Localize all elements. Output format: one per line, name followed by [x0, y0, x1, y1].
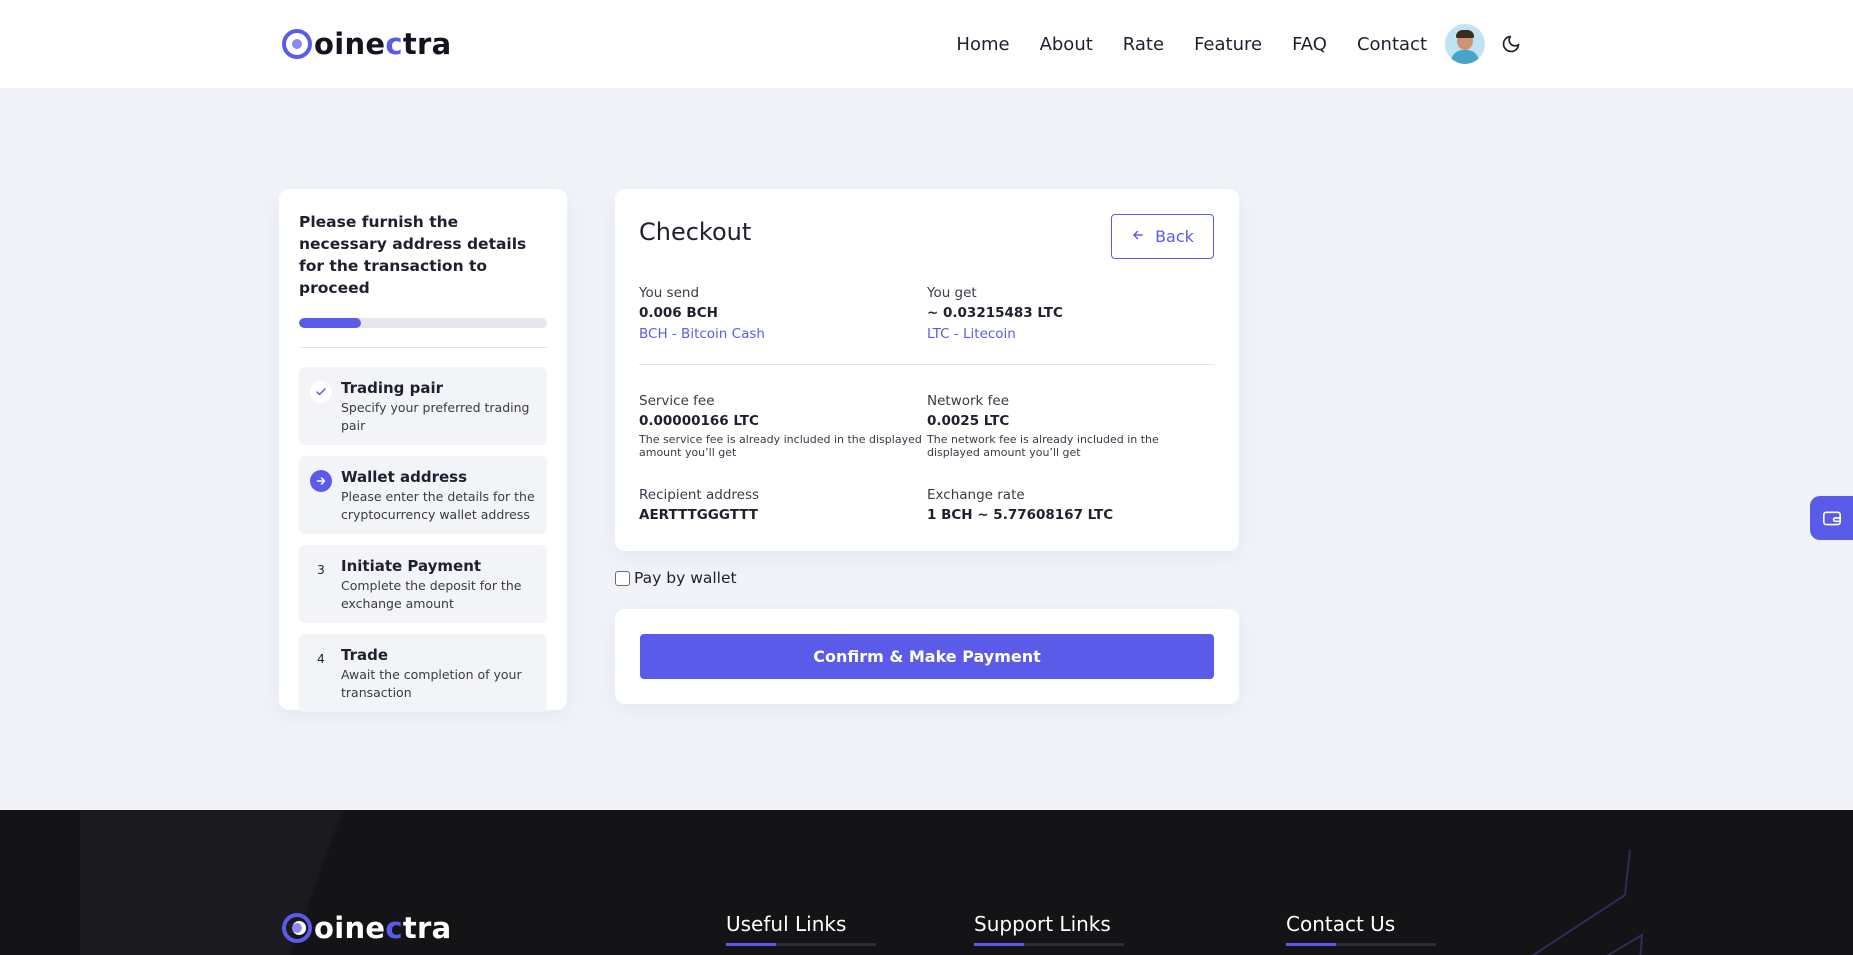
step-number: 3 [317, 563, 325, 577]
step-desc: Specify your preferred trading pair [341, 400, 530, 433]
steps-panel: Please furnish the necessary address det… [279, 189, 567, 712]
checkout-card: Checkout Back You send 0.006 BCH BCH - B… [615, 189, 1239, 551]
avatar-hair [1456, 30, 1474, 38]
nav-faq[interactable]: FAQ [1292, 34, 1327, 55]
step-number: 4 [317, 652, 325, 666]
steps-divider [299, 347, 547, 348]
confirm-card: Confirm & Make Payment [615, 609, 1239, 704]
footer-useful-links: Useful Links [726, 912, 876, 946]
progress-fill [299, 318, 361, 328]
recipient-value: AERTTTGGGTTT [639, 507, 758, 523]
footer-col-title: Support Links [974, 912, 1111, 936]
nav-home[interactable]: Home [956, 34, 1009, 55]
service-fee-note: The service fee is already included in t… [639, 433, 922, 459]
step-trade[interactable]: 4 Trade Await the completion of your tra… [299, 634, 547, 712]
footer-contact-us: Contact Us [1286, 912, 1436, 946]
checkout-divider [639, 364, 1215, 365]
user-avatar[interactable] [1445, 24, 1485, 64]
footer-col-title: Contact Us [1286, 912, 1396, 936]
step-name: Initiate Payment [341, 557, 482, 575]
back-label: Back [1155, 227, 1194, 246]
site-header: oine c tra Home About Rate Feature FAQ Con… [0, 0, 1853, 88]
confirm-payment-button[interactable]: Confirm & Make Payment [640, 634, 1214, 679]
site-footer: oine c tra [0, 810, 1853, 955]
exchange-rate: Exchange rate 1 BCH ~ 5.77608167 LTC [927, 485, 1215, 525]
you-get-value: ~ 0.03215483 LTC [927, 305, 1063, 321]
step-name: Trade [341, 646, 389, 664]
network-fee-value: 0.0025 LTC [927, 413, 1010, 429]
brand-logo[interactable]: oine c tra [282, 26, 452, 62]
nav-rate[interactable]: Rate [1123, 34, 1164, 55]
footer-col-underline [974, 943, 1124, 946]
step-initiate-payment[interactable]: 3 Initiate Payment Complete the deposit … [299, 545, 547, 623]
footer-col-underline [1286, 943, 1436, 946]
you-send-value: 0.006 BCH [639, 305, 718, 321]
you-get-currency[interactable]: LTC - Litecoin [927, 323, 1215, 345]
coin-logo-icon [282, 913, 312, 943]
brand-name-accent: c [385, 27, 403, 61]
brand-name-suffix: tra [402, 27, 452, 61]
footer-col-title: Useful Links [726, 912, 847, 936]
network-fee: Network fee 0.0025 LTC The network fee i… [927, 391, 1215, 459]
wallet-icon[interactable] [1810, 496, 1853, 540]
footer-decoration-lines [1531, 850, 1644, 955]
exchange-rate-value: 1 BCH ~ 5.77608167 LTC [927, 507, 1114, 523]
step-desc: Please enter the details for the cryptoc… [341, 489, 535, 522]
step-wallet-address[interactable]: Wallet address Please enter the details … [299, 456, 547, 534]
you-send: You send 0.006 BCH BCH - Bitcoin Cash [639, 283, 927, 345]
nav-feature[interactable]: Feature [1194, 34, 1262, 55]
recipient-label: Recipient address [639, 487, 760, 503]
you-send-label: You send [639, 285, 700, 301]
amounts-row: You send 0.006 BCH BCH - Bitcoin Cash Yo… [639, 283, 1215, 345]
footer-support-links: Support Links [974, 912, 1124, 946]
step-desc: Complete the deposit for the exchange am… [341, 578, 522, 611]
details-row: Recipient address AERTTTGGGTTT Exchange … [639, 485, 1215, 525]
step-trading-pair[interactable]: Trading pair Specify your preferred trad… [299, 367, 547, 445]
service-fee: Service fee 0.00000166 LTC The service f… [639, 391, 927, 459]
pay-by-wallet[interactable]: Pay by wallet [615, 569, 737, 587]
service-fee-value: 0.00000166 LTC [639, 413, 759, 429]
moon-icon[interactable] [1499, 32, 1523, 56]
avatar-body [1451, 50, 1479, 64]
nav-contact[interactable]: Contact [1357, 34, 1427, 55]
pay-by-wallet-checkbox[interactable] [615, 570, 630, 586]
check-icon [310, 381, 332, 403]
network-fee-note: The network fee is already included in t… [927, 433, 1159, 459]
footer-brand-logo[interactable]: oine c tra [282, 910, 452, 946]
exchange-rate-label: Exchange rate [927, 487, 1025, 503]
network-fee-label: Network fee [927, 393, 1010, 409]
step-desc: Await the completion of your transaction [341, 667, 522, 700]
pay-by-wallet-label: Pay by wallet [634, 569, 737, 587]
footer-col-underline [726, 943, 876, 946]
brand-name-prefix: oine [314, 27, 386, 61]
steps-title: Please furnish the necessary address det… [299, 213, 527, 297]
you-get: You get ~ 0.03215483 LTC LTC - Litecoin [927, 283, 1215, 345]
brand-name-prefix: oine [314, 911, 386, 945]
step-name: Wallet address [341, 468, 468, 486]
main-nav: Home About Rate Feature FAQ Contact [926, 0, 1523, 88]
recipient-address: Recipient address AERTTTGGGTTT [639, 485, 927, 525]
nav-about[interactable]: About [1040, 34, 1093, 55]
brand-name-accent: c [385, 911, 403, 945]
arrow-right-icon [310, 470, 332, 492]
step-name: Trading pair [341, 379, 444, 397]
back-button[interactable]: Back [1111, 214, 1214, 259]
you-send-currency[interactable]: BCH - Bitcoin Cash [639, 323, 927, 345]
fees-row: Service fee 0.00000166 LTC The service f… [639, 391, 1215, 459]
you-get-label: You get [927, 285, 977, 301]
brand-name-suffix: tra [402, 911, 452, 945]
coin-logo-icon [282, 29, 312, 59]
service-fee-label: Service fee [639, 393, 715, 409]
progress-bar [299, 318, 547, 328]
arrow-left-icon [1131, 227, 1145, 246]
